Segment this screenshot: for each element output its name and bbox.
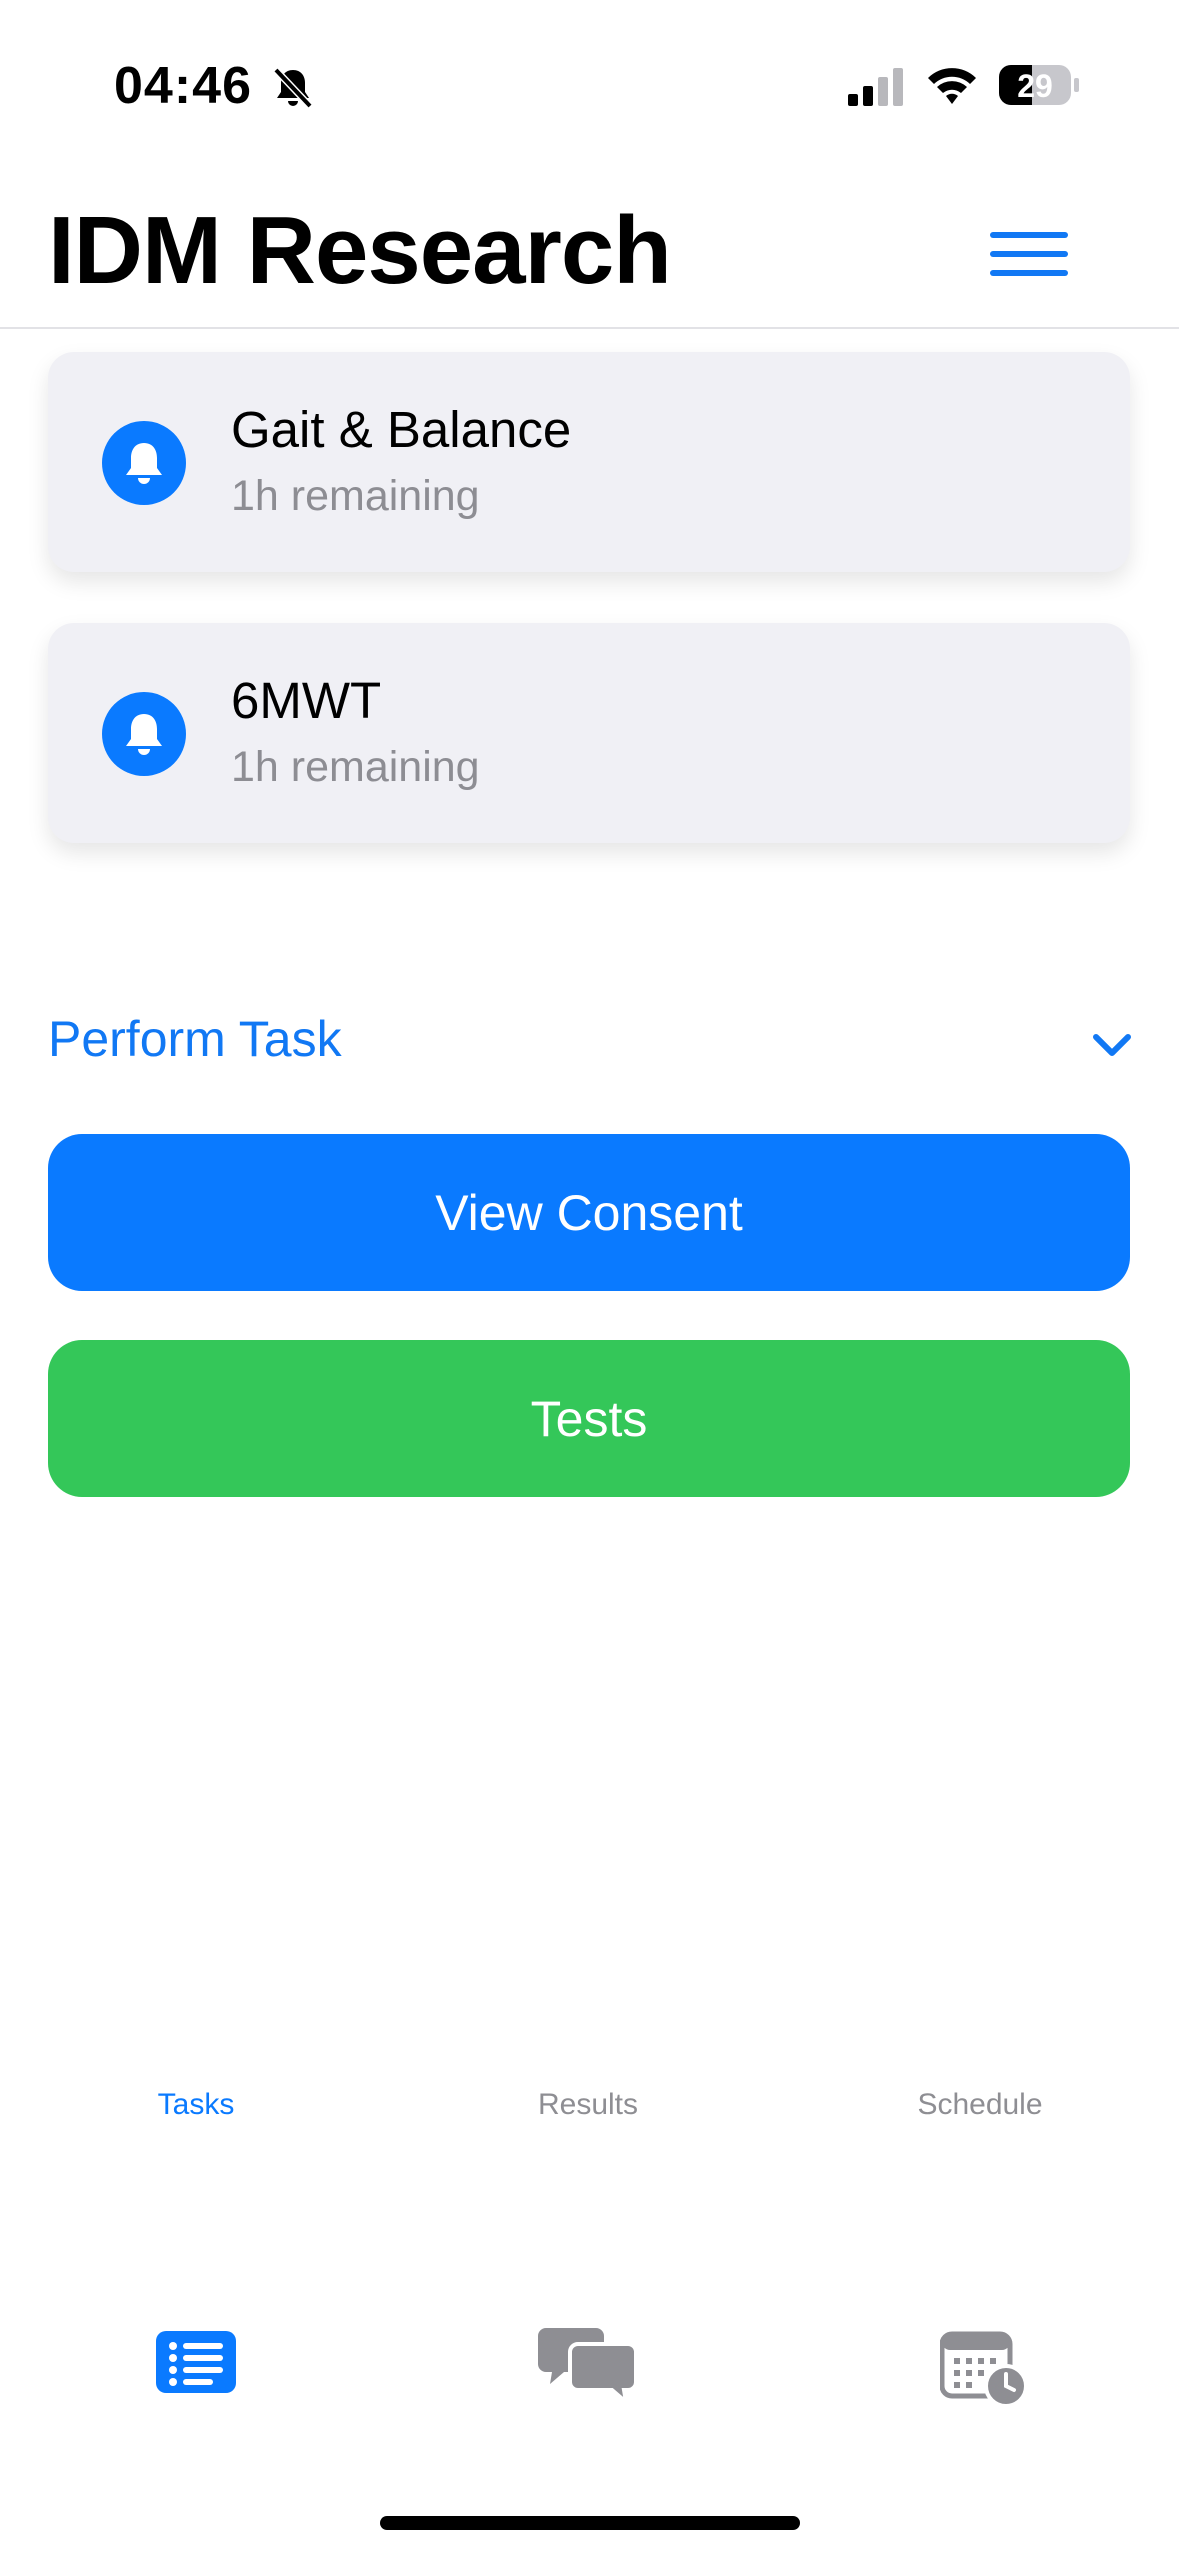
- perform-task-toggle[interactable]: Perform Task: [48, 1010, 342, 1068]
- chevron-down-icon[interactable]: [1090, 1028, 1134, 1062]
- task-title: Gait & Balance: [231, 401, 572, 458]
- tests-button[interactable]: Tests: [48, 1340, 1130, 1497]
- menu-button[interactable]: [984, 226, 1074, 282]
- calendar-clock-icon: [940, 2331, 1028, 2408]
- task-time-remaining: 1h remaining: [231, 472, 480, 520]
- battery-icon: 29: [998, 62, 1080, 108]
- header-divider: [0, 327, 1179, 329]
- view-consent-button[interactable]: View Consent: [48, 1134, 1130, 1291]
- task-time-remaining: 1h remaining: [231, 743, 480, 791]
- chat-bubbles-icon: [538, 2328, 638, 2404]
- bell-icon: [102, 421, 186, 505]
- tab-label-schedule: Schedule: [917, 2088, 1043, 2121]
- status-time: 04:46: [114, 57, 252, 115]
- bell-slash-icon: [273, 67, 313, 109]
- page-title: IDM Research: [48, 197, 672, 304]
- home-indicator: [380, 2516, 800, 2530]
- tab-results[interactable]: [468, 2316, 708, 2436]
- cellular-signal-icon: [848, 68, 903, 106]
- list-icon: [156, 2331, 236, 2393]
- task-card-6mwt[interactable]: 6MWT 1h remaining: [48, 623, 1130, 843]
- tab-schedule[interactable]: [860, 2316, 1100, 2436]
- battery-level: 29: [1017, 68, 1053, 104]
- task-card-gait-balance[interactable]: Gait & Balance 1h remaining: [48, 352, 1130, 572]
- tab-label-results: Results: [537, 2088, 639, 2121]
- tab-label-tasks: Tasks: [157, 2088, 235, 2121]
- wifi-icon: [928, 68, 976, 104]
- bell-icon: [102, 692, 186, 776]
- task-title: 6MWT: [231, 672, 382, 729]
- tab-tasks[interactable]: [76, 2316, 316, 2436]
